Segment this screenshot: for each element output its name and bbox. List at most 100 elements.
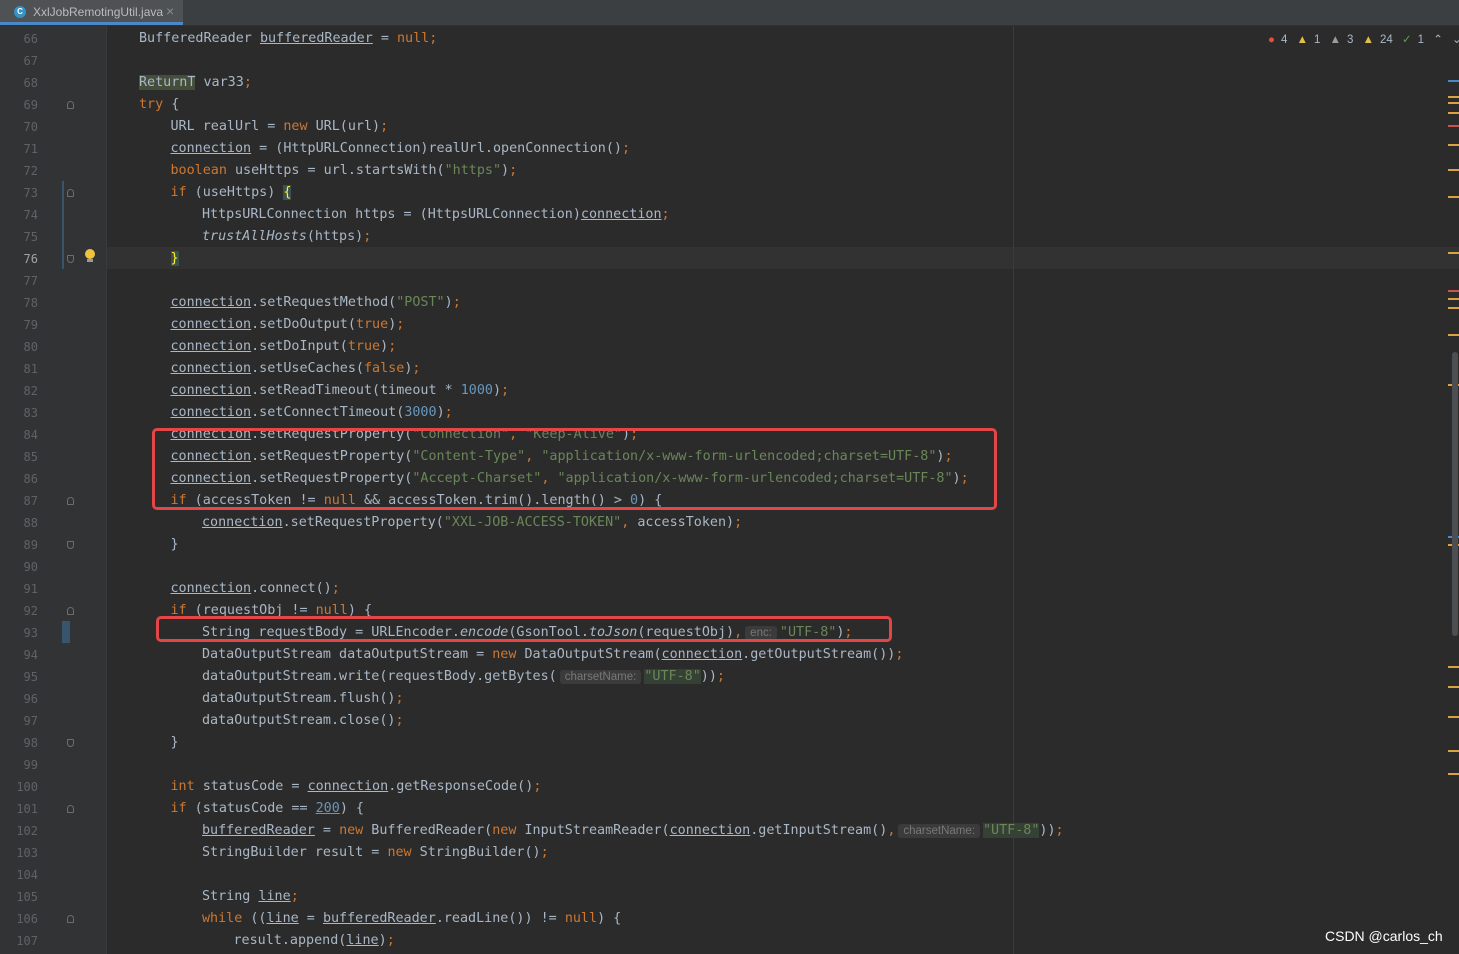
code-line[interactable]: connection.setConnectTimeout(3000);: [171, 402, 453, 424]
line-number[interactable]: 74: [0, 204, 38, 226]
code-line[interactable]: connection = (HttpURLConnection)realUrl.…: [171, 138, 631, 160]
line-number[interactable]: 107: [0, 930, 38, 952]
line-number[interactable]: 99: [0, 754, 38, 776]
stripe-marker[interactable]: [1448, 102, 1459, 104]
stripe-marker[interactable]: [1448, 144, 1459, 146]
line-number[interactable]: 75: [0, 226, 38, 248]
code-line[interactable]: dataOutputStream.flush();: [202, 688, 404, 710]
warning-count[interactable]: ▲ 1: [1297, 34, 1321, 46]
line-number[interactable]: 102: [0, 820, 38, 842]
vertical-scrollbar-thumb[interactable]: [1452, 352, 1458, 636]
line-number[interactable]: 81: [0, 358, 38, 380]
code-line[interactable]: if (statusCode == 200) {: [171, 798, 365, 820]
ok-count[interactable]: ✓ 1: [1402, 34, 1424, 46]
code-line[interactable]: try {: [139, 94, 179, 116]
line-number[interactable]: 67: [0, 50, 38, 72]
stripe-marker[interactable]: [1448, 252, 1459, 254]
line-number[interactable]: 88: [0, 512, 38, 534]
line-number[interactable]: 98: [0, 732, 38, 754]
stripe-marker[interactable]: [1448, 307, 1459, 309]
stripe-marker[interactable]: [1448, 196, 1459, 198]
line-number[interactable]: 89: [0, 534, 38, 556]
code-line[interactable]: boolean useHttps = url.startsWith("https…: [171, 160, 518, 182]
lightbulb-icon[interactable]: [84, 249, 96, 263]
line-number[interactable]: 69: [0, 94, 38, 116]
line-number[interactable]: 100: [0, 776, 38, 798]
code-line[interactable]: }: [170, 248, 179, 270]
line-number[interactable]: 68: [0, 72, 38, 94]
line-number[interactable]: 82: [0, 380, 38, 402]
line-number[interactable]: 94: [0, 644, 38, 666]
line-number[interactable]: 95: [0, 666, 38, 688]
line-number[interactable]: 70: [0, 116, 38, 138]
line-number[interactable]: 106: [0, 908, 38, 930]
code-line[interactable]: dataOutputStream.write(requestBody.getBy…: [202, 666, 725, 688]
line-number[interactable]: 87: [0, 490, 38, 512]
fold-marker-icon[interactable]: [67, 189, 74, 197]
code-line[interactable]: connection.setDoInput(true);: [171, 336, 397, 358]
line-number[interactable]: 97: [0, 710, 38, 732]
error-count[interactable]: ● 4: [1268, 34, 1287, 46]
code-line[interactable]: connection.setUseCaches(false);: [171, 358, 421, 380]
typo-count[interactable]: ▲ 24: [1363, 34, 1393, 46]
fold-marker-icon[interactable]: [67, 255, 74, 263]
stripe-marker[interactable]: [1448, 298, 1459, 300]
line-number[interactable]: 104: [0, 864, 38, 886]
line-number[interactable]: 96: [0, 688, 38, 710]
stripe-marker[interactable]: [1448, 169, 1459, 171]
fold-marker-icon[interactable]: [67, 607, 74, 615]
code-line[interactable]: connection.setRequestMethod("POST");: [171, 292, 461, 314]
line-number[interactable]: 85: [0, 446, 38, 468]
line-number[interactable]: 76: [0, 248, 38, 270]
stripe-marker[interactable]: [1448, 716, 1459, 718]
fold-marker-icon[interactable]: [67, 101, 74, 109]
line-number[interactable]: 93: [0, 622, 38, 644]
code-line[interactable]: URL realUrl = new URL(url);: [171, 116, 389, 138]
fold-marker-icon[interactable]: [67, 739, 74, 747]
fold-marker-icon[interactable]: [67, 805, 74, 813]
line-number[interactable]: 90: [0, 556, 38, 578]
line-number[interactable]: 103: [0, 842, 38, 864]
code-line[interactable]: ReturnT var33;: [139, 72, 252, 94]
code-line[interactable]: if (useHttps) {: [171, 182, 292, 204]
fold-marker-icon[interactable]: [67, 497, 74, 505]
code-line[interactable]: DataOutputStream dataOutputStream = new …: [202, 644, 903, 666]
stripe-marker[interactable]: [1448, 125, 1459, 127]
code-line[interactable]: int statusCode = connection.getResponseC…: [171, 776, 542, 798]
code-line[interactable]: }: [171, 732, 179, 754]
stripe-marker[interactable]: [1448, 773, 1459, 775]
close-icon[interactable]: ×: [166, 3, 174, 19]
line-number[interactable]: 77: [0, 270, 38, 292]
fold-marker-icon[interactable]: [67, 541, 74, 549]
line-number[interactable]: 105: [0, 886, 38, 908]
stripe-marker[interactable]: [1448, 96, 1459, 98]
code-line[interactable]: }: [171, 534, 179, 556]
line-number[interactable]: 73: [0, 182, 38, 204]
code-line[interactable]: trustAllHosts(https);: [202, 226, 371, 248]
tab-xxljobremotingutil[interactable]: C XxlJobRemotingUtil.java ×: [0, 0, 183, 25]
code-line[interactable]: while ((line = bufferedReader.readLine()…: [202, 908, 621, 930]
stripe-marker[interactable]: [1448, 290, 1459, 292]
code-line[interactable]: dataOutputStream.close();: [202, 710, 404, 732]
line-number[interactable]: 84: [0, 424, 38, 446]
line-number[interactable]: 80: [0, 336, 38, 358]
line-number[interactable]: 92: [0, 600, 38, 622]
line-number[interactable]: 101: [0, 798, 38, 820]
line-number[interactable]: 91: [0, 578, 38, 600]
line-number[interactable]: 79: [0, 314, 38, 336]
stripe-marker[interactable]: [1448, 80, 1459, 82]
code-line[interactable]: String line;: [202, 886, 299, 908]
stripe-marker[interactable]: [1448, 334, 1459, 336]
code-line[interactable]: connection.setDoOutput(true);: [171, 314, 405, 336]
line-number[interactable]: 72: [0, 160, 38, 182]
line-number[interactable]: 78: [0, 292, 38, 314]
fold-marker-icon[interactable]: [67, 915, 74, 923]
code-line[interactable]: connection.connect();: [171, 578, 340, 600]
code-line[interactable]: connection.setReadTimeout(timeout * 1000…: [171, 380, 510, 402]
code-line[interactable]: connection.setRequestProperty("XXL-JOB-A…: [202, 512, 742, 534]
line-number[interactable]: 83: [0, 402, 38, 424]
stripe-marker[interactable]: [1448, 686, 1459, 688]
code-line[interactable]: HttpsURLConnection https = (HttpsURLConn…: [202, 204, 670, 226]
inspection-widget[interactable]: ● 4 ▲ 1 ▲ 3 ▲ 24 ✓ 1 ⌃ ⌄: [1268, 32, 1459, 48]
code-line[interactable]: result.append(line);: [234, 930, 395, 952]
